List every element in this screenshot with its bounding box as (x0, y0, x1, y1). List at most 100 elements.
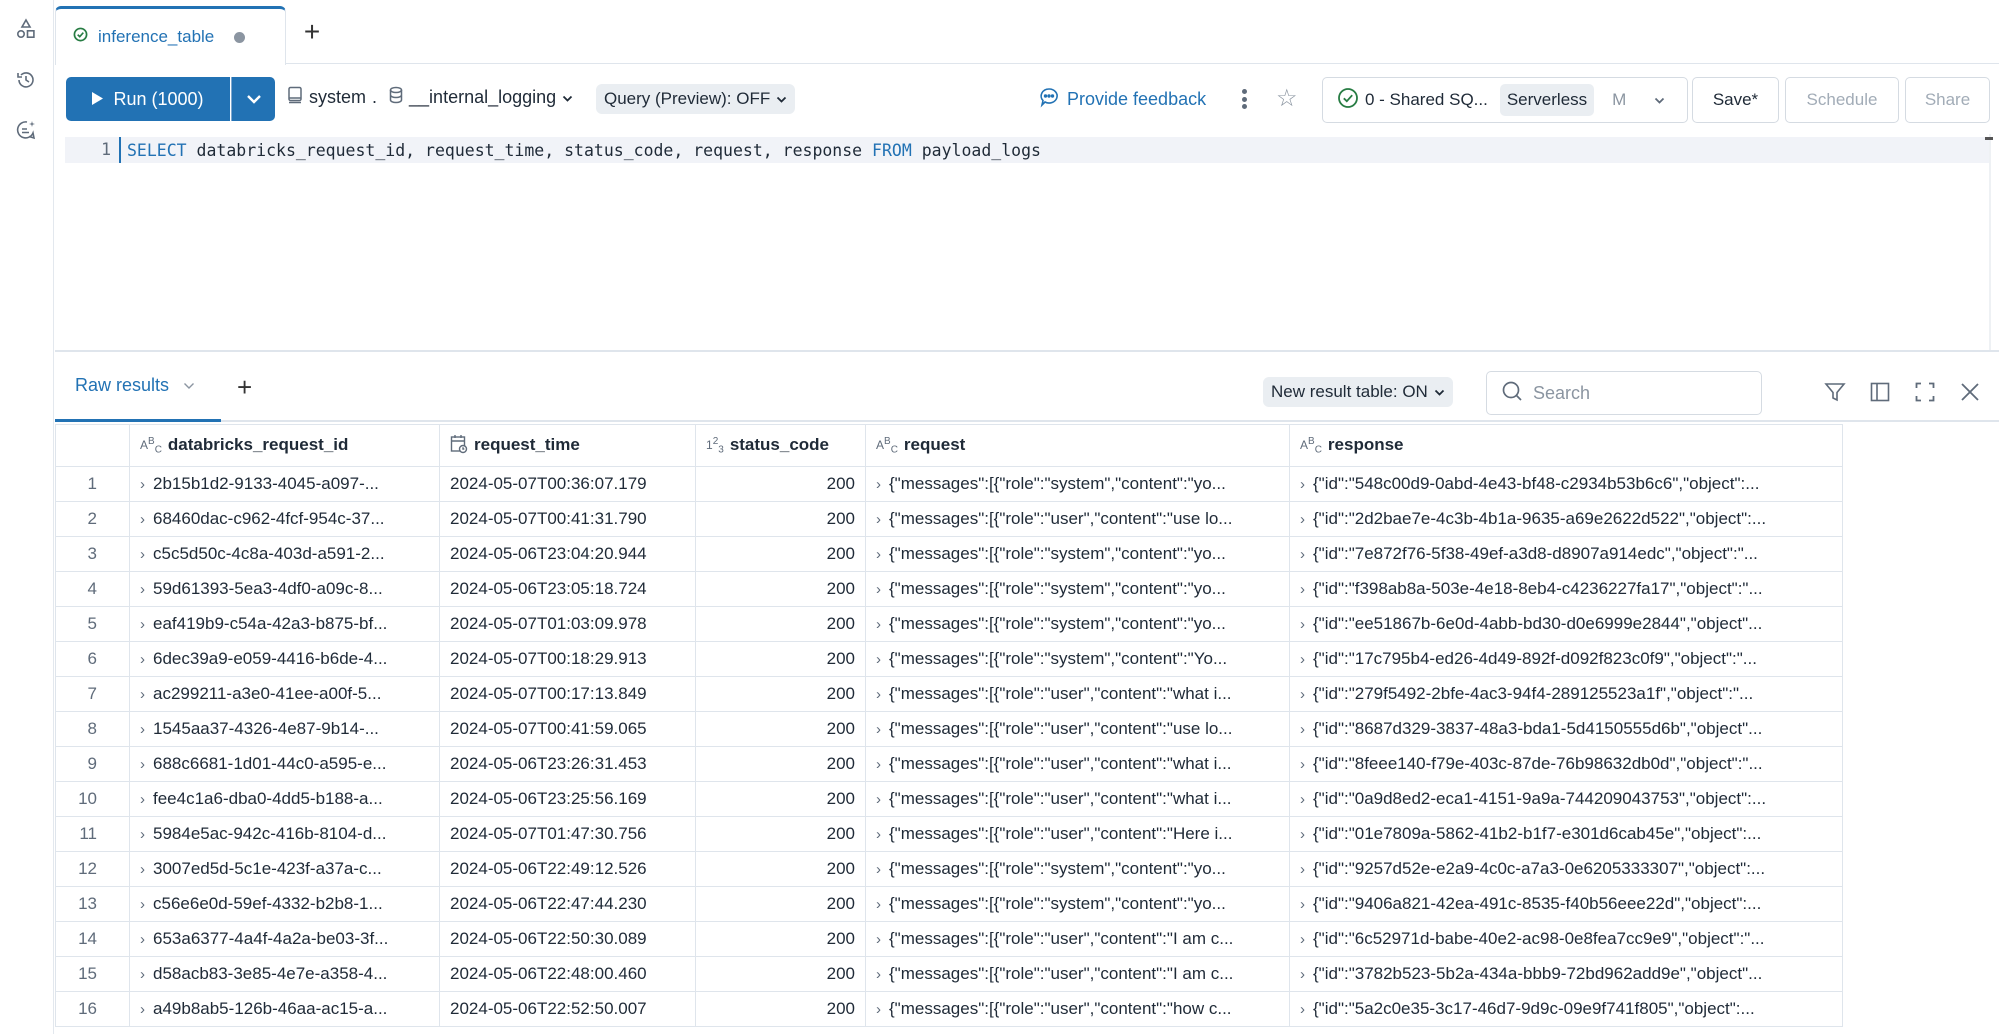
row-number[interactable]: 3 (55, 536, 130, 572)
expand-chevron-icon[interactable]: › (1300, 476, 1305, 493)
request-cell[interactable]: › {"messages":[{"role":"user","content":"… (865, 956, 1290, 992)
request-id-cell[interactable]: › fee4c1a6-dba0-4dd5-b188-a... (129, 781, 440, 817)
expand-chevron-icon[interactable]: › (876, 791, 881, 808)
response-cell[interactable]: › {"id":"548c00d9-0abd-4e43-bf48-c2934b53… (1289, 466, 1843, 502)
status-code-cell[interactable]: 200 (695, 816, 866, 852)
tab-raw-results[interactable]: Raw results (55, 352, 221, 422)
request-time-cell[interactable]: 2024-05-06T22:50:30.089 (439, 921, 696, 957)
request-cell[interactable]: › {"messages":[{"role":"system","content"… (865, 536, 1290, 572)
status-code-cell[interactable]: 200 (695, 606, 866, 642)
request-time-cell[interactable]: 2024-05-07T01:03:09.978 (439, 606, 696, 642)
table-row[interactable]: 5 › eaf419b9-c54a-42a3-b875-bf... 2024-05-0… (55, 606, 1843, 642)
editor-line[interactable]: 1 SELECT databricks_request_id, request_… (65, 137, 1989, 163)
row-number[interactable]: 7 (55, 676, 130, 712)
request-cell[interactable]: › {"messages":[{"role":"system","content"… (865, 641, 1290, 677)
expand-chevron-icon[interactable]: › (1300, 791, 1305, 808)
expand-chevron-icon[interactable]: › (140, 756, 145, 773)
expand-chevron-icon[interactable]: › (140, 686, 145, 703)
request-time-cell[interactable]: 2024-05-07T00:36:07.179 (439, 466, 696, 502)
response-cell[interactable]: › {"id":"8687d329-3837-48a3-bda1-5d415055… (1289, 711, 1843, 747)
status-code-cell[interactable]: 200 (695, 781, 866, 817)
filter-icon[interactable] (1822, 379, 1848, 405)
provide-feedback-link[interactable]: Provide feedback (1038, 86, 1206, 113)
request-id-cell[interactable]: › ac299211-a3e0-41ee-a00f-5... (129, 676, 440, 712)
expand-chevron-icon[interactable]: › (140, 1001, 145, 1018)
status-code-cell[interactable]: 200 (695, 501, 866, 537)
expand-chevron-icon[interactable]: › (140, 546, 145, 563)
table-row[interactable]: 2 › 68460dac-c962-4fcf-954c-37... 2024-05-0… (55, 501, 1843, 537)
response-cell[interactable]: › {"id":"01e7809a-5862-41b2-b1f7-e301d6ca… (1289, 816, 1843, 852)
column-header[interactable]: ABC databricks_request_id (129, 424, 440, 467)
table-row[interactable]: 15 › d58acb83-3e85-4e7e-a358-4... 2024-05-0… (55, 956, 1843, 992)
row-number[interactable]: 1 (55, 466, 130, 502)
expand-chevron-icon[interactable]: › (1300, 826, 1305, 843)
table-row[interactable]: 9 › 688c6681-1d01-44c0-a595-e... 2024-05-06… (55, 746, 1843, 782)
editor-scrollbar[interactable] (1989, 134, 1991, 350)
row-number[interactable]: 13 (55, 886, 130, 922)
row-number[interactable]: 8 (55, 711, 130, 747)
expand-chevron-icon[interactable]: › (1300, 861, 1305, 878)
request-id-cell[interactable]: › a49b8ab5-126b-46aa-ac15-a... (129, 991, 440, 1027)
column-header[interactable]: ABC response (1289, 424, 1843, 467)
response-cell[interactable]: › {"id":"279f5492-2bfe-4ac3-94f4-28912552… (1289, 676, 1843, 712)
response-cell[interactable]: › {"id":"0a9d8ed2-eca1-4151-9a9a-74420904… (1289, 781, 1843, 817)
request-cell[interactable]: › {"messages":[{"role":"system","content"… (865, 851, 1290, 887)
expand-chevron-icon[interactable]: › (140, 896, 145, 913)
expand-chevron-icon[interactable]: › (876, 826, 881, 843)
request-id-cell[interactable]: › 68460dac-c962-4fcf-954c-37... (129, 501, 440, 537)
expand-chevron-icon[interactable]: › (876, 476, 881, 493)
expand-chevron-icon[interactable]: › (876, 581, 881, 598)
more-options-kebab-icon[interactable] (1236, 86, 1252, 112)
response-cell[interactable]: › {"id":"5a2c0e35-3c17-46d7-9d9c-09e9f741… (1289, 991, 1843, 1027)
request-time-cell[interactable]: 2024-05-06T23:26:31.453 (439, 746, 696, 782)
response-cell[interactable]: › {"id":"3782b523-5b2a-434a-bbb9-72bd962a… (1289, 956, 1843, 992)
status-code-cell[interactable]: 200 (695, 956, 866, 992)
table-row[interactable]: 13 › c56e6e0d-59ef-4332-b2b8-1... 2024-05-0… (55, 886, 1843, 922)
status-code-cell[interactable]: 200 (695, 641, 866, 677)
row-number[interactable]: 15 (55, 956, 130, 992)
table-row[interactable]: 16 › a49b8ab5-126b-46aa-ac15-a... 2024-05-0… (55, 991, 1843, 1027)
row-number[interactable]: 10 (55, 781, 130, 817)
new-result-table-toggle[interactable]: New result table: ON (1263, 377, 1453, 407)
expand-chevron-icon[interactable]: › (1300, 616, 1305, 633)
request-cell[interactable]: › {"messages":[{"role":"system","content"… (865, 886, 1290, 922)
request-time-cell[interactable]: 2024-05-07T00:41:59.065 (439, 711, 696, 747)
table-row[interactable]: 7 › ac299211-a3e0-41ee-a00f-5... 2024-05-07… (55, 676, 1843, 712)
expand-chevron-icon[interactable]: › (876, 896, 881, 913)
expand-chevron-icon[interactable]: › (1300, 756, 1305, 773)
status-code-cell[interactable]: 200 (695, 676, 866, 712)
request-id-cell[interactable]: › 2b15b1d2-9133-4045-a097-... (129, 466, 440, 502)
request-time-cell[interactable]: 2024-05-07T01:47:30.756 (439, 816, 696, 852)
favorite-star-icon[interactable]: ☆ (1276, 84, 1298, 113)
request-cell[interactable]: › {"messages":[{"role":"user","content":"… (865, 746, 1290, 782)
table-row[interactable]: 3 › c5c5d50c-4c8a-403d-a591-2... 2024-05-06… (55, 536, 1843, 572)
row-number[interactable]: 14 (55, 921, 130, 957)
column-header[interactable]: ABC request (865, 424, 1290, 467)
expand-chevron-icon[interactable]: › (1300, 581, 1305, 598)
expand-chevron-icon[interactable]: › (1300, 721, 1305, 738)
request-id-cell[interactable]: › 6dec39a9-e059-4416-b6de-4... (129, 641, 440, 677)
status-code-cell[interactable]: 200 (695, 851, 866, 887)
request-cell[interactable]: › {"messages":[{"role":"user","content":"… (865, 501, 1290, 537)
request-time-cell[interactable]: 2024-05-06T22:49:12.526 (439, 851, 696, 887)
expand-chevron-icon[interactable]: › (140, 861, 145, 878)
response-cell[interactable]: › {"id":"17c795b4-ed26-4d49-892f-d092f823… (1289, 641, 1843, 677)
shapes-icon[interactable] (12, 15, 40, 43)
sql-editor[interactable]: 1 SELECT databricks_request_id, request_… (55, 134, 1999, 352)
request-cell[interactable]: › {"messages":[{"role":"user","content":"… (865, 711, 1290, 747)
request-id-cell[interactable]: › 3007ed5d-5c1e-423f-a37a-c... (129, 851, 440, 887)
expand-chevron-icon[interactable]: › (876, 966, 881, 983)
expand-chevron-icon[interactable]: › (1300, 1001, 1305, 1018)
request-id-cell[interactable]: › 59d61393-5ea3-4df0-a09c-8... (129, 571, 440, 607)
assistant-chat-icon[interactable] (12, 116, 40, 144)
expand-chevron-icon[interactable]: › (140, 616, 145, 633)
request-time-cell[interactable]: 2024-05-06T23:05:18.724 (439, 571, 696, 607)
add-visualization-button[interactable]: + (237, 372, 252, 403)
expand-chevron-icon[interactable]: › (140, 511, 145, 528)
request-id-cell[interactable]: › c56e6e0d-59ef-4332-b2b8-1... (129, 886, 440, 922)
row-number[interactable]: 5 (55, 606, 130, 642)
response-cell[interactable]: › {"id":"2d2bae7e-4c3b-4b1a-9635-a69e2622… (1289, 501, 1843, 537)
table-row[interactable]: 10 › fee4c1a6-dba0-4dd5-b188-a... 2024-05-0… (55, 781, 1843, 817)
request-cell[interactable]: › {"messages":[{"role":"user","content":"… (865, 781, 1290, 817)
request-id-cell[interactable]: › 1545aa37-4326-4e87-9b14-... (129, 711, 440, 747)
